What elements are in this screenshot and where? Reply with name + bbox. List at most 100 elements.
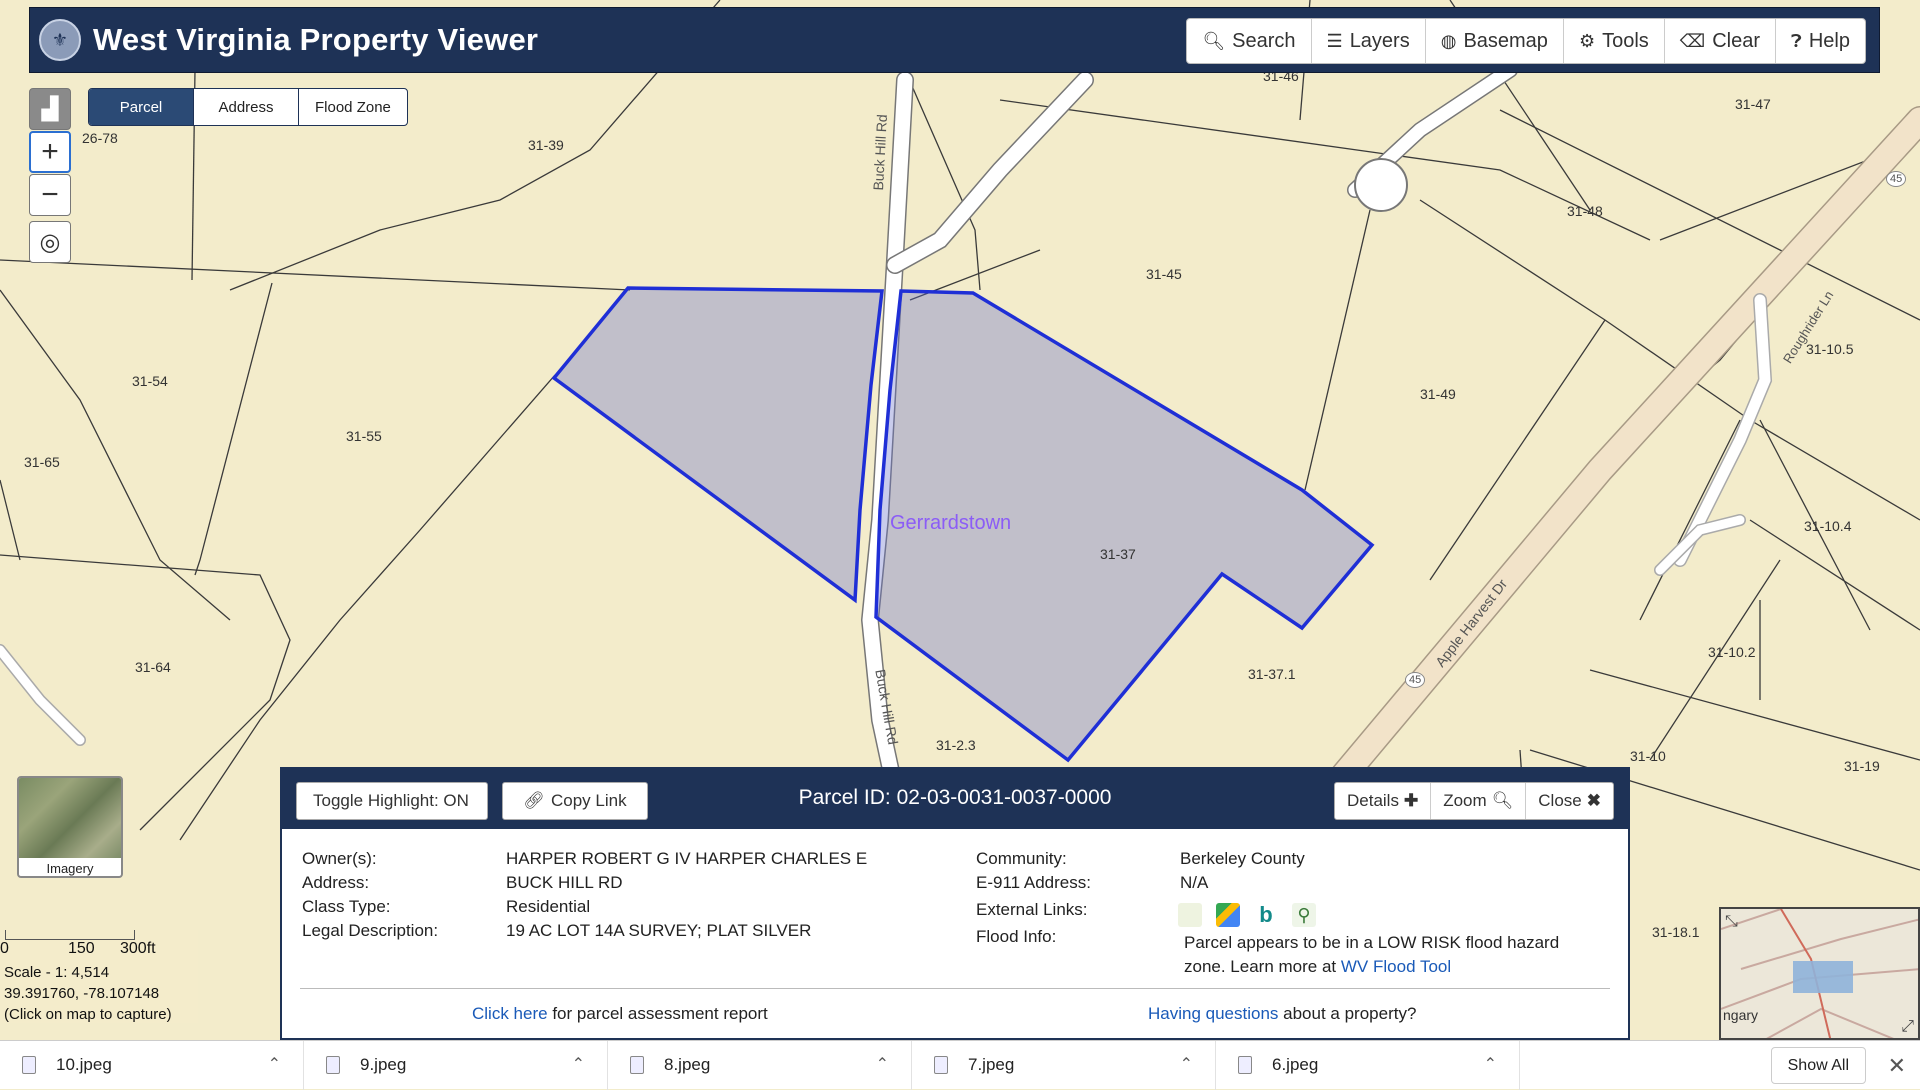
state-extent-button[interactable]: ▟ [29,88,71,130]
google-maps-icon[interactable] [1216,903,1240,927]
parcel-label: 26-78 [82,130,118,146]
zoom-out-button[interactable]: − [29,174,71,216]
info-value: Berkeley County [1180,849,1305,868]
search-type-tabs: Parcel Address Flood Zone [88,88,408,126]
info-row: E-911 Address: N/A [976,871,1305,895]
scale-num: 150 [68,940,95,957]
overview-map[interactable]: ⤡ ngary ⤢ [1719,907,1920,1040]
chevron-up-icon[interactable]: ⌃ [1484,1054,1497,1074]
map-link-icon[interactable] [1178,903,1202,927]
capture-hint: (Click on map to capture) [4,1006,172,1023]
parcel-popup: Toggle Highlight: ON 🔗︎ Copy Link Parcel … [280,767,1630,1040]
show-all-button[interactable]: Show All [1770,1047,1866,1084]
info-key: Legal Description: [302,921,439,940]
info-key: Flood Info: [976,927,1057,946]
imagery-toggle[interactable]: Imagery [17,776,123,878]
info-value: HARPER ROBERT G IV HARPER CHARLES E [506,849,868,868]
close-button[interactable]: Close ✖ [1526,783,1613,819]
external-links: b ⚲ [1178,903,1316,927]
chevron-up-icon[interactable]: ⌃ [572,1054,585,1074]
parcel-label: 31-18.1 [1652,924,1700,940]
image-file-icon [22,1056,36,1074]
clear-label: Clear [1712,29,1761,52]
download-filename: 8.jpeg [664,1055,711,1074]
close-icon: ✖ [1586,791,1601,810]
overview-label: ngary [1723,1007,1759,1023]
copy-link-button[interactable]: 🔗︎ Copy Link [502,782,648,820]
wv-state-icon: ▟ [41,96,59,121]
scale-num: 300ft [120,940,156,957]
download-item[interactable]: 8.jpeg ⌃ [608,1040,912,1090]
parcel-label: 31-49 [1420,386,1456,402]
magnifier-link-icon[interactable]: ⚲ [1292,903,1316,927]
zoom-icon: 🔍︎ [1491,791,1514,810]
search-button[interactable]: 🔍︎ Search [1187,19,1312,63]
chevron-up-icon[interactable]: ⌃ [1180,1054,1193,1074]
help-label: Help [1808,29,1850,52]
questions-line: Having questions about a property? [1148,1004,1416,1024]
questions-text: about a property? [1278,1004,1417,1023]
download-item[interactable]: 9.jpeg ⌃ [304,1040,608,1090]
details-button[interactable]: Details ✚ [1335,783,1432,819]
parcel-label: 31-55 [346,428,382,444]
download-filename: 6.jpeg [1272,1055,1319,1074]
info-value: 19 AC LOT 14A SURVEY; PLAT SILVER [506,921,812,940]
parcel-label: 31-54 [132,373,168,389]
scale-num: 0 [0,940,9,957]
wv-flood-tool-link[interactable]: WV Flood Tool [1341,957,1451,976]
tab-parcel[interactable]: Parcel [89,89,194,125]
parcel-label: 31-10.5 [1806,341,1854,357]
assessment-text: for parcel assessment report [547,1004,768,1023]
download-item[interactable]: 7.jpeg ⌃ [912,1040,1216,1090]
close-label: Close [1538,791,1582,810]
chevron-up-icon[interactable]: ⌃ [268,1054,281,1074]
basemap-button[interactable]: ◍ Basemap [1426,19,1564,63]
globe-icon: ◍ [1440,30,1457,51]
fullscreen-icon[interactable]: ⤢ [1901,1018,1914,1036]
download-filename: 9.jpeg [360,1055,407,1074]
scale-text: Scale - 1: 4,514 [4,964,110,981]
parcel-label: 31-48 [1567,203,1603,219]
plus-icon: + [41,135,59,168]
close-icon[interactable]: ✕ [1888,1053,1906,1079]
tools-label: Tools [1602,29,1649,52]
toggle-highlight-button[interactable]: Toggle Highlight: ON [296,782,488,820]
tab-address[interactable]: Address [194,89,299,125]
zoom-button[interactable]: Zoom 🔍︎ [1431,783,1527,819]
chevron-up-icon[interactable]: ⌃ [876,1054,889,1074]
download-item[interactable]: 10.jpeg ⌃ [0,1040,304,1090]
basemap-label: Basemap [1463,29,1548,52]
zoom-in-button[interactable]: + [29,131,71,173]
download-item[interactable]: 6.jpeg ⌃ [1216,1040,1520,1090]
popup-header: Toggle Highlight: ON 🔗︎ Copy Link Parcel … [282,769,1628,829]
parcel-label: 31-47 [1735,96,1771,112]
info-row: Community: Berkeley County [976,847,1305,871]
tab-flood-zone[interactable]: Flood Zone [299,89,407,125]
having-questions-link[interactable]: Having questions [1148,1004,1278,1023]
image-file-icon [934,1056,948,1074]
clear-button[interactable]: ⌫ Clear [1665,19,1777,63]
search-label: Search [1232,29,1296,52]
minus-icon: − [41,178,59,211]
info-key: Address: [302,873,370,892]
expand-icon[interactable]: ⤡ [1725,913,1738,931]
layers-button[interactable]: ☰ Layers [1312,19,1426,63]
parcel-label: 31-37 [1100,546,1136,562]
scale-numbers: 0 150 300ft [0,940,198,958]
plus-icon: ✚ [1403,791,1419,810]
scale-panel[interactable]: 0 150 300ft Scale - 1: 4,514 39.391760, … [0,930,198,1023]
parcel-label: 31-37.1 [1248,666,1296,682]
bing-icon[interactable]: b [1254,903,1278,927]
assessment-report-line: Click here for parcel assessment report [472,1004,768,1024]
imagery-label: Imagery [46,861,94,876]
download-filename: 7.jpeg [968,1055,1015,1074]
info-key: External Links: [976,900,1088,919]
locate-button[interactable]: ◎ [29,221,71,263]
downloads-bar: 10.jpeg ⌃ 9.jpeg ⌃ 8.jpeg ⌃ 7.jpeg ⌃ 6.jpeg ⌃… [0,1040,1920,1090]
click-here-link[interactable]: Click here [472,1004,548,1023]
help-button[interactable]: ❓︎ Help [1776,19,1865,63]
info-key: E-911 Address: [976,873,1091,892]
info-row: Class Type: Residential [302,895,867,919]
tools-button[interactable]: ⚙ Tools [1564,19,1665,63]
search-icon: 🔍︎ [1202,30,1226,51]
